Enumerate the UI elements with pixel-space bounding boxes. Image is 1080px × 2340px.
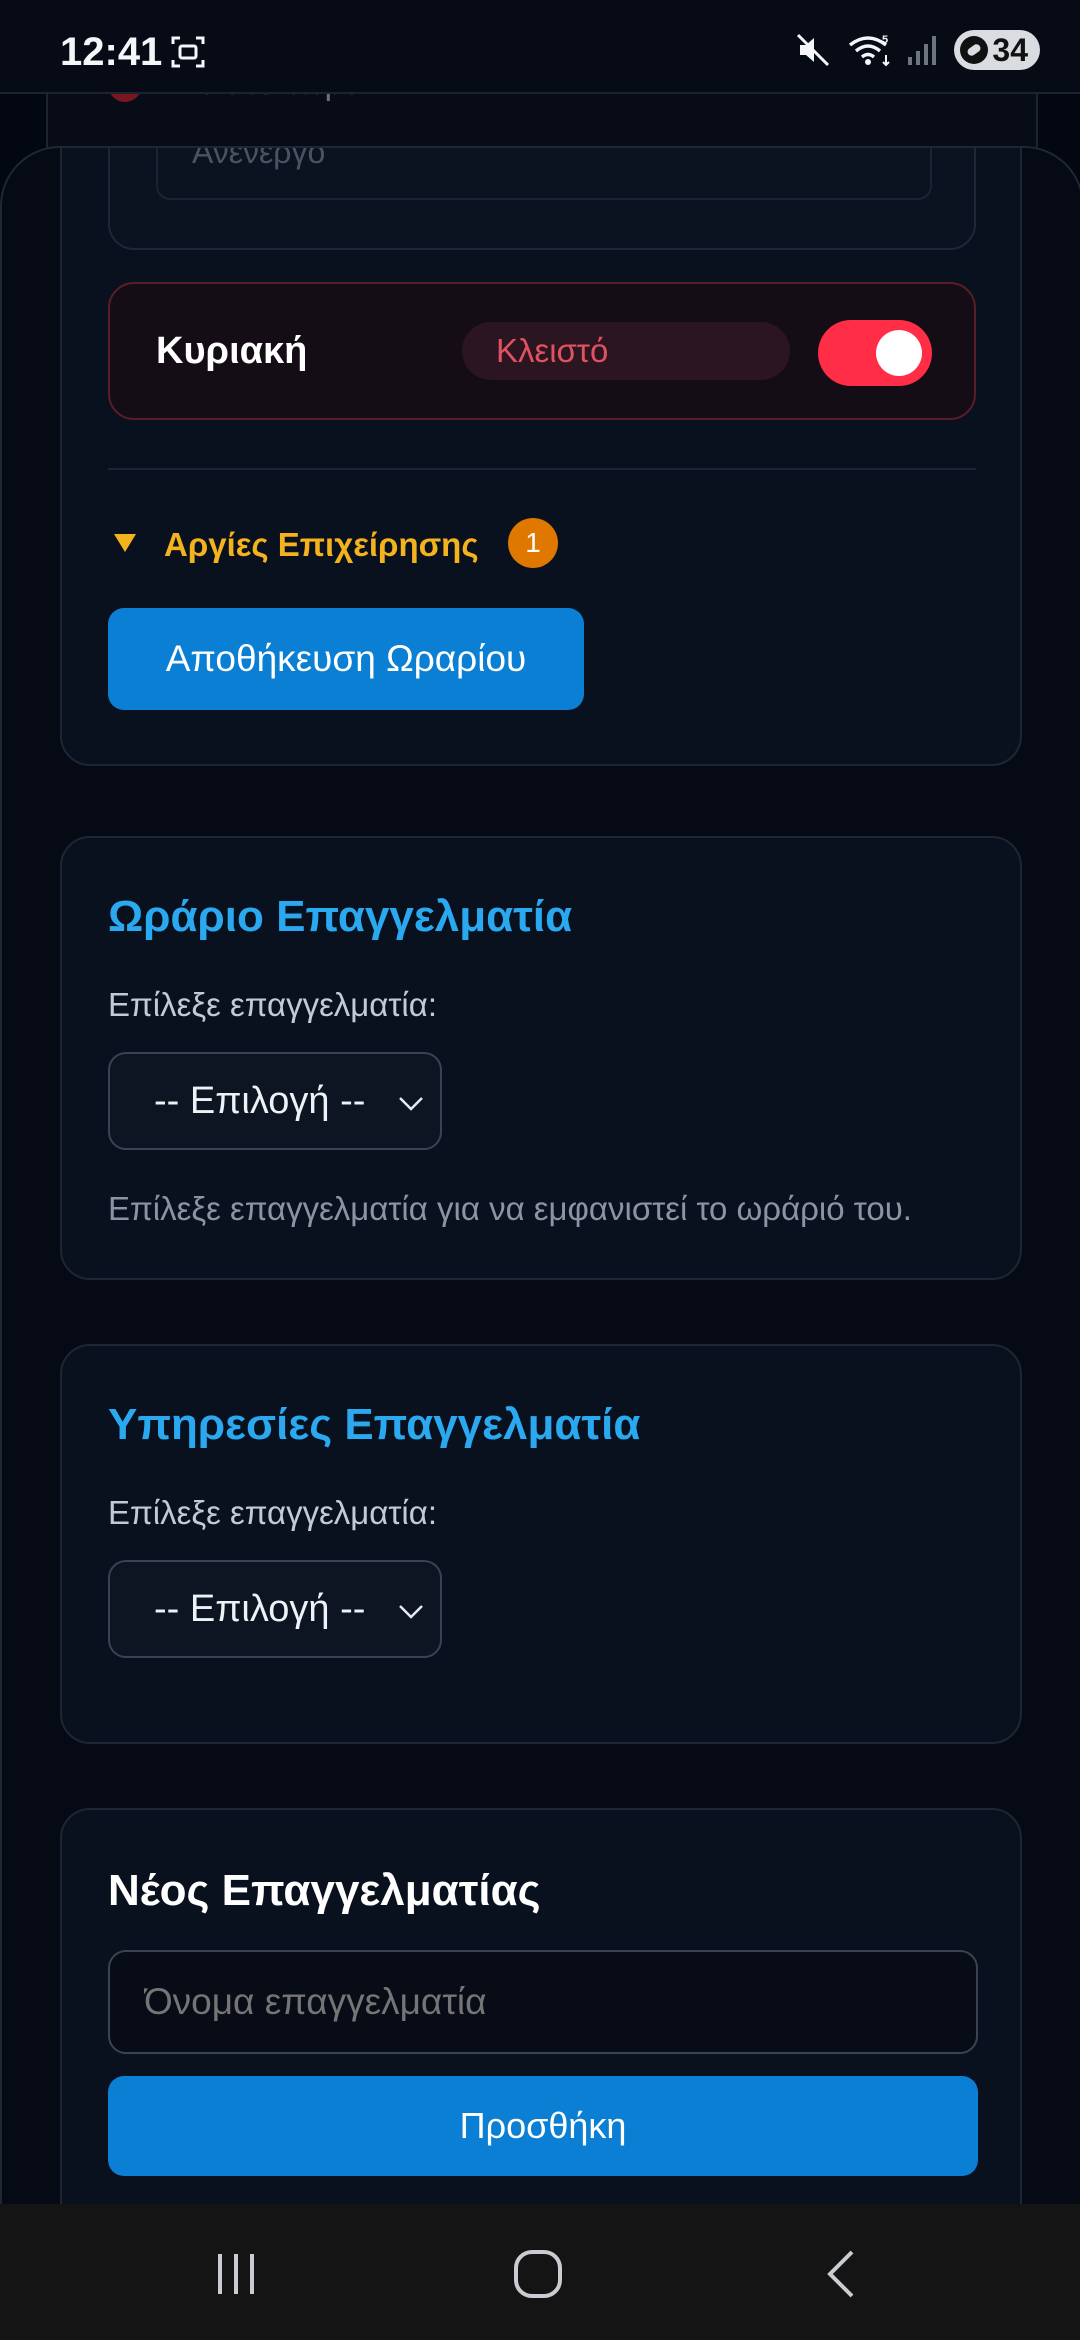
closed-status-pill: Κλειστό <box>462 322 790 380</box>
svg-text:5: 5 <box>882 34 888 46</box>
professional-services-title: Υπηρεσίες Επαγγελματία <box>108 1400 641 1449</box>
business-schedule-card: Ανενεργό Κυριακή Κλειστό Αργίες Επιχείρη… <box>60 146 1022 766</box>
signal-icon <box>908 36 937 65</box>
holidays-label: Αργίες Επιχείρησης <box>164 526 479 563</box>
day-label-sunday: Κυριακή <box>156 330 308 372</box>
sunday-toggle[interactable] <box>818 320 932 386</box>
holidays-count-badge: 1 <box>508 518 558 568</box>
battery-level: 34 <box>992 31 1028 68</box>
chevron-down-icon <box>399 1605 423 1619</box>
holidays-expander[interactable]: Αργίες Επιχείρησης 1 <box>108 514 568 574</box>
select-professional-label: Επίλεξε επαγγελματία: <box>108 986 437 1023</box>
status-bar: 12:41 5 34 <box>0 0 1080 94</box>
mute-icon <box>797 33 830 67</box>
battery-icon: 34 <box>954 30 1040 70</box>
wifi-icon: 5 <box>849 34 891 67</box>
screenshot-icon <box>171 36 205 68</box>
status-time: 12:41 <box>60 30 163 74</box>
home-icon[interactable] <box>508 2244 568 2304</box>
recent-apps-icon[interactable] <box>206 2244 266 2304</box>
back-icon[interactable] <box>812 2244 872 2304</box>
triangle-down-icon <box>114 534 136 552</box>
professional-schedule-card: Ωράριο Επαγγελματία Επίλεξε επαγγελματία… <box>60 836 1022 1280</box>
disabled-field-text: Ανενεργό <box>192 146 326 170</box>
sunday-row: Κυριακή Κλειστό <box>108 282 976 420</box>
professional-name-input[interactable] <box>108 1950 978 2054</box>
professional-schedule-help: Επίλεξε επαγγελματία για να εμφανιστεί τ… <box>108 1190 912 1227</box>
services-select-value: -- Επιλογή -- <box>154 1587 366 1630</box>
save-schedule-button[interactable]: Αποθήκευση Ωραρίου <box>108 608 584 710</box>
disabled-time-field: Ανενεργό <box>156 146 932 200</box>
content-sheet[interactable]: Ανενεργό Κυριακή Κλειστό Αργίες Επιχείρη… <box>0 146 1080 2210</box>
chevron-down-icon <box>399 1097 423 1111</box>
professional-select-value: -- Επιλογή -- <box>154 1079 366 1122</box>
navigation-bar <box>0 2204 1080 2340</box>
divider <box>108 468 976 470</box>
professional-schedule-title: Ωράριο Επαγγελματία <box>108 892 573 941</box>
services-professional-select[interactable]: -- Επιλογή -- <box>108 1560 442 1658</box>
new-professional-card: Νέος Επαγγελματίας Προσθήκη <box>60 1808 1022 2208</box>
new-professional-title: Νέος Επαγγελματίας <box>108 1866 541 1915</box>
toggle-knob <box>876 330 922 376</box>
select-professional-label: Επίλεξε επαγγελματία: <box>108 1494 437 1531</box>
disabled-day-row: Ανενεργό <box>108 146 976 250</box>
add-professional-button[interactable]: Προσθήκη <box>108 2076 978 2176</box>
professional-select[interactable]: -- Επιλογή -- <box>108 1052 442 1150</box>
professional-services-card: Υπηρεσίες Επαγγελματία Επίλεξε επαγγελμα… <box>60 1344 1022 1744</box>
closed-status-text: Κλειστό <box>496 332 609 369</box>
